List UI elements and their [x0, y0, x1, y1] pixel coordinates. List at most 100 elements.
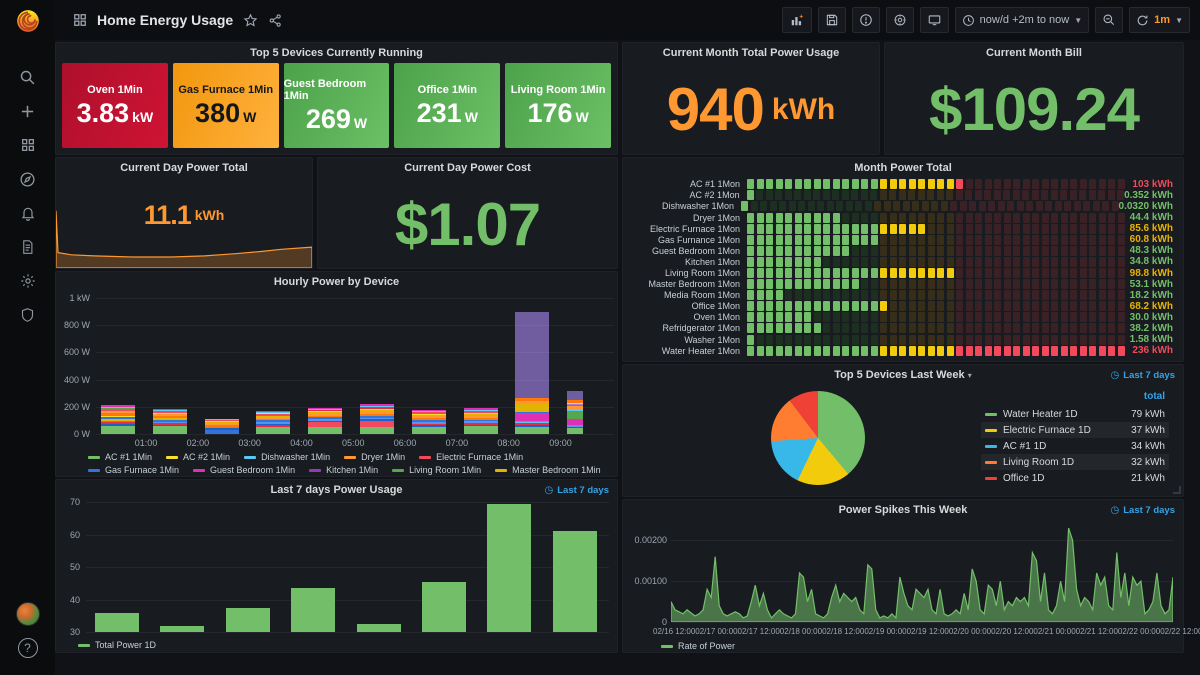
- gauge-cell: [842, 224, 849, 234]
- gauge-cell: [890, 246, 897, 256]
- alerting-bell-icon[interactable]: [0, 196, 55, 230]
- gauge-cell: [1080, 290, 1087, 300]
- chart-legend: Rate of Power: [661, 641, 735, 651]
- search-icon[interactable]: [0, 60, 55, 94]
- panel-title[interactable]: Month Power Total: [623, 162, 1183, 174]
- gauge-cell: [766, 312, 773, 322]
- gauge-cell: [871, 179, 878, 189]
- panel-resize-handle[interactable]: [1173, 486, 1181, 494]
- gauge-cell: [1118, 279, 1125, 289]
- grafana-logo-icon[interactable]: [0, 0, 55, 42]
- dashboards-grid-icon[interactable]: [0, 128, 55, 162]
- legend-item[interactable]: Dishwasher 1Min: [244, 452, 330, 462]
- gauge-cell: [909, 346, 916, 356]
- docs-page-icon[interactable]: [0, 230, 55, 264]
- time-range-picker[interactable]: now/d +2m to now ▼: [955, 7, 1090, 33]
- pie-legend-row[interactable]: Electric Furnace 1D37 kWh: [981, 422, 1169, 438]
- stat-tile: Oven 1Min3.83kW: [62, 63, 168, 148]
- legend-item[interactable]: AC #1 1Min: [88, 452, 152, 462]
- gauge-cell: [937, 346, 944, 356]
- gauge-cell: [1013, 290, 1020, 300]
- bar-gauge-value: 18.2 kWh: [1125, 290, 1177, 301]
- tv-mode-button[interactable]: [920, 7, 949, 33]
- gauge-cell: [890, 224, 897, 234]
- gauge-cell: [1032, 213, 1039, 223]
- gauge-cell: [833, 213, 840, 223]
- pie-legend-row[interactable]: AC #1 1D34 kWh: [981, 438, 1169, 454]
- panel-title[interactable]: Current Day Power Cost: [318, 162, 617, 174]
- gauge-cell: [1004, 257, 1011, 267]
- legend-item[interactable]: AC #2 1Min: [166, 452, 230, 462]
- panel-title[interactable]: Top 5 Devices Last Week ▾: [623, 369, 1183, 381]
- gauge-cell: [1051, 257, 1058, 267]
- legend-item[interactable]: Living Room 1Min: [392, 465, 481, 475]
- gauge-cell: [757, 301, 764, 311]
- dashboard-insights-button[interactable]: [852, 7, 880, 33]
- gauge-cell: [776, 312, 783, 322]
- gauge-cell: [766, 190, 773, 200]
- gauge-cell: [852, 323, 859, 333]
- gauge-cell: [833, 224, 840, 234]
- gauge-cell: [880, 301, 887, 311]
- bar-gauge-row: Dishwasher 1Mon0.0320 kWh: [631, 201, 1177, 212]
- legend-item[interactable]: Master Bedroom 1Min: [495, 465, 601, 475]
- legend-item[interactable]: Dryer 1Min: [344, 452, 405, 462]
- gauge-cell: [956, 290, 963, 300]
- bar-gauge-cells: [747, 246, 1125, 256]
- gauge-cell: [912, 201, 919, 211]
- page-title[interactable]: Home Energy Usage: [97, 12, 233, 28]
- gauge-cell: [1013, 301, 1020, 311]
- gauge-cell: [804, 290, 811, 300]
- explore-compass-icon[interactable]: [0, 162, 55, 196]
- panel-title[interactable]: Current Month Bill: [885, 47, 1183, 59]
- x-axis-tick: 02/22 12:00: [1160, 627, 1200, 636]
- dashboard-settings-button[interactable]: [886, 7, 914, 33]
- gauge-cell: [804, 257, 811, 267]
- panel-title[interactable]: Top 5 Devices Currently Running: [56, 47, 617, 59]
- legend-item[interactable]: Kitchen 1Min: [309, 465, 378, 475]
- legend-label: Total Power 1D: [95, 640, 156, 650]
- settings-gear-icon[interactable]: [0, 264, 55, 298]
- panel-title[interactable]: Current Month Total Power Usage: [623, 47, 879, 59]
- favorite-star-icon[interactable]: [243, 13, 258, 28]
- gauge-cell: [975, 323, 982, 333]
- pie-legend-row[interactable]: Office 1D21 kWh: [981, 470, 1169, 486]
- gauge-cell: [833, 257, 840, 267]
- gauge-cell: [871, 323, 878, 333]
- pie-legend-row[interactable]: Living Room 1D32 kWh: [981, 454, 1169, 470]
- help-icon[interactable]: ?: [0, 631, 55, 665]
- gauge-cell: [1051, 301, 1058, 311]
- bar-gauge-value: 60.8 kWh: [1125, 234, 1177, 245]
- dashboard-squares-icon[interactable]: [73, 13, 87, 27]
- share-icon[interactable]: [268, 13, 283, 28]
- gauge-cell: [975, 213, 982, 223]
- stat-unit: W: [354, 115, 367, 131]
- admin-shield-icon[interactable]: [0, 298, 55, 332]
- refresh-button[interactable]: 1m ▼: [1129, 7, 1190, 33]
- create-plus-icon[interactable]: [0, 94, 55, 128]
- legend-item[interactable]: Rate of Power: [661, 641, 735, 651]
- legend-item[interactable]: Gas Furnace 1Min: [88, 465, 179, 475]
- user-avatar[interactable]: [0, 597, 55, 631]
- x-axis-tick: 02/18 00:00: [780, 627, 822, 636]
- legend-item[interactable]: Total Power 1D: [78, 640, 156, 650]
- save-dashboard-button[interactable]: [818, 7, 846, 33]
- gauge-cell: [928, 335, 935, 345]
- hourly-chart: 1 kW800 W600 W400 W200 W0 W01:0002:0003:…: [56, 272, 617, 476]
- legend-item[interactable]: Guest Bedroom 1Min: [193, 465, 295, 475]
- panel-month-power-total: Month Power Total AC #1 1Mon103 kWhAC #2…: [622, 157, 1184, 362]
- gauge-cell: [804, 279, 811, 289]
- pie-legend-row[interactable]: Water Heater 1D79 kWh: [981, 406, 1169, 422]
- gauge-cell: [766, 268, 773, 278]
- zoom-out-button[interactable]: [1095, 7, 1123, 33]
- add-panel-button[interactable]: +: [782, 7, 812, 33]
- legend-color-dash: [985, 429, 997, 432]
- gauge-cell: [842, 179, 849, 189]
- bar-gauge-row: Gas Furnance 1Mon60.8 kWh: [631, 234, 1177, 245]
- legend-item[interactable]: Electric Furnace 1Min: [419, 452, 523, 462]
- x-axis-tick: 02/20 12:00: [991, 627, 1033, 636]
- gauge-cell: [1118, 257, 1125, 267]
- gauge-cell: [966, 213, 973, 223]
- x-axis-tick: 02/21 00:00: [1033, 627, 1075, 636]
- panel-month-usage: Current Month Total Power Usage 940 kWh: [622, 42, 880, 155]
